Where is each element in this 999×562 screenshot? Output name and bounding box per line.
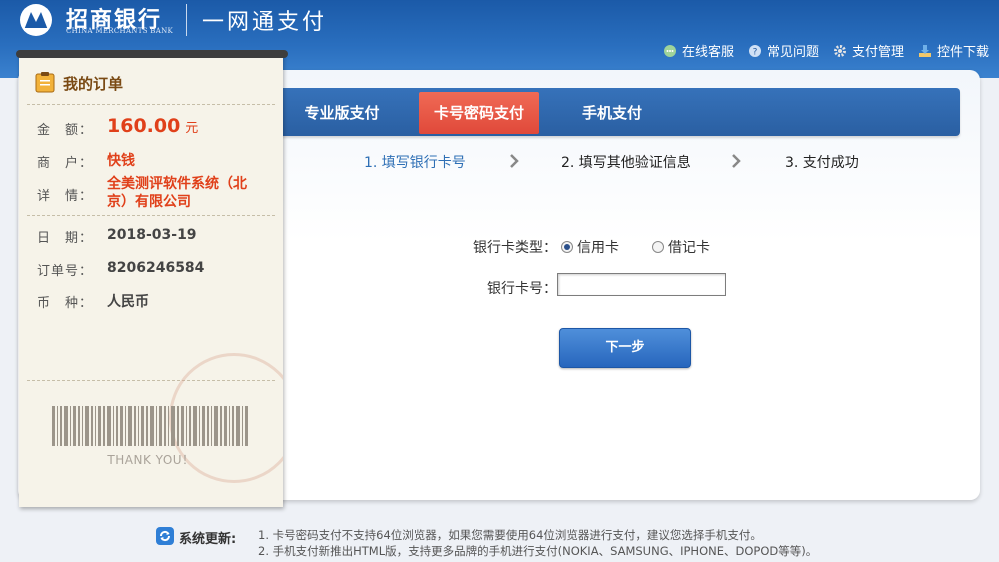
system-update-title: 系统更新:	[179, 532, 237, 547]
chevron-right-icon	[732, 154, 741, 168]
merchant-label: 商 户：	[37, 156, 94, 171]
card-type-label: 银行卡类型：	[473, 240, 557, 256]
step-2: 2. 填写其他验证信息	[561, 155, 691, 171]
credit-card-label: 信用卡	[577, 240, 619, 256]
payment-management-link[interactable]: 支付管理	[833, 41, 904, 60]
card-number-input[interactable]	[557, 273, 726, 296]
online-service-link[interactable]: 在线客服	[663, 41, 734, 60]
amount-label: 金 额：	[37, 123, 94, 138]
debit-card-label: 借记卡	[668, 240, 710, 256]
svg-text:?: ?	[753, 47, 758, 57]
order-receipt: 我的订单 金 额： 160.00 元 商 户： 快钱 详 情： 全美测评软件系统…	[19, 53, 283, 507]
refresh-icon	[156, 527, 174, 549]
product-name: 一网通支付	[202, 10, 328, 35]
detail-label: 详 情：	[37, 189, 94, 204]
barcode-icon	[52, 406, 248, 446]
step-3: 3. 支付成功	[785, 155, 859, 171]
brand-divider	[186, 4, 187, 36]
detail-line-2: 京）有限公司	[107, 194, 191, 210]
chat-icon	[663, 44, 677, 58]
merchant-value: 快钱	[107, 153, 135, 169]
currency-label: 币 种：	[37, 296, 94, 311]
order-number-label: 订单号：	[37, 264, 94, 279]
brand-name-en: CHINA MERCHANTS BANK	[66, 27, 174, 35]
gear-icon	[833, 44, 847, 58]
date-value: 2018-03-19	[107, 227, 197, 243]
control-download-label: 控件下载	[936, 45, 989, 60]
divider	[27, 104, 275, 105]
tab-professional-payment[interactable]: 专业版支付	[292, 92, 392, 134]
chevron-right-icon	[510, 154, 519, 168]
clipboard-icon	[35, 71, 55, 97]
control-download-link[interactable]: 控件下载	[918, 41, 989, 60]
order-title: 我的订单	[63, 75, 124, 93]
online-service-label: 在线客服	[681, 45, 734, 60]
debit-card-radio[interactable]: 借记卡	[652, 237, 710, 257]
radio-button-checked[interactable]	[561, 241, 573, 253]
top-links: 在线客服 ? 常见问题 支付管理 控件下载	[663, 41, 989, 60]
card-number-label: 银行卡号：	[487, 281, 557, 297]
amount-value: 160.00 元	[107, 115, 198, 137]
currency-value: 人民币	[107, 294, 149, 310]
tab-card-password-payment[interactable]: 卡号密码支付	[419, 92, 539, 134]
update-note-2: 2. 手机支付新推出HTML版，支持更多品牌的手机进行支付(NOKIA、SAMS…	[258, 544, 818, 558]
payment-tabs: 专业版支付 卡号密码支付 手机支付	[262, 88, 960, 136]
thank-you-text: THANK YOU！	[107, 453, 195, 467]
amount-unit: 元	[185, 121, 199, 136]
step-1: 1. 填写银行卡号	[364, 155, 466, 171]
detail-value: 全美测评软件系统（北 京）有限公司	[107, 175, 247, 211]
radio-button[interactable]	[652, 241, 664, 253]
order-number-value: 8206246584	[107, 260, 205, 276]
date-label: 日 期：	[37, 231, 94, 246]
faq-link[interactable]: ? 常见问题	[748, 41, 819, 60]
update-note-1: 1. 卡号密码支付不支持64位浏览器，如果您需要使用64位浏览器进行支付，建议您…	[258, 528, 762, 542]
next-step-button[interactable]: 下一步	[559, 328, 691, 368]
payment-management-label: 支付管理	[851, 45, 904, 60]
bank-logo-icon	[18, 2, 58, 38]
amount-number: 160.00	[107, 115, 181, 137]
help-icon: ?	[748, 44, 762, 58]
detail-line-1: 全美测评软件系统（北	[107, 176, 247, 192]
download-icon	[918, 44, 932, 58]
faq-label: 常见问题	[766, 45, 819, 60]
tab-mobile-payment[interactable]: 手机支付	[562, 92, 662, 134]
receipt-slot	[16, 50, 288, 58]
divider	[27, 215, 275, 216]
credit-card-radio[interactable]: 信用卡	[561, 237, 619, 257]
